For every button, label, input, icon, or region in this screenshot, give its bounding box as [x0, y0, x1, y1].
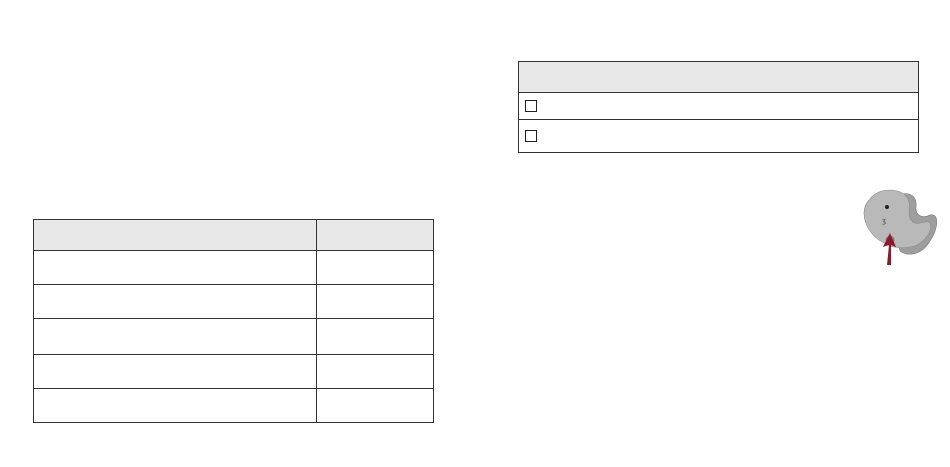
table-row: [32, 318, 434, 355]
table-cell: [32, 250, 318, 285]
table-row: [32, 388, 434, 423]
ear-dot: [885, 205, 889, 209]
checkbox-table: [518, 61, 919, 153]
left-table-header-cell: [316, 219, 434, 251]
table-cell: [316, 354, 434, 389]
table-cell: [32, 284, 318, 319]
ear-mark: ʒ: [882, 217, 886, 225]
table-cell: [316, 318, 434, 355]
table-cell: [32, 388, 318, 423]
checkbox[interactable]: [525, 100, 537, 113]
table-row: [32, 250, 434, 285]
ear-insertion-diagram-icon: ʒ: [863, 189, 938, 265]
checkbox-table-header-cell: [518, 61, 919, 93]
checkbox-row[interactable]: [518, 92, 919, 120]
table-cell: [316, 388, 434, 423]
checkbox-cell[interactable]: [518, 92, 919, 120]
table-row: [32, 284, 434, 319]
table-cell: [32, 354, 318, 389]
table-row: [32, 354, 434, 389]
table-cell: [32, 318, 318, 355]
checkbox[interactable]: [525, 130, 537, 143]
table-cell: [316, 284, 434, 319]
checkbox-cell[interactable]: [518, 119, 919, 153]
checkbox-table-header-row: [518, 61, 919, 93]
checkbox-row[interactable]: [518, 119, 919, 153]
left-table-header-row: [32, 219, 434, 251]
table-cell: [316, 250, 434, 285]
left-table-header-cell: [32, 219, 318, 251]
left-table: [32, 219, 434, 423]
